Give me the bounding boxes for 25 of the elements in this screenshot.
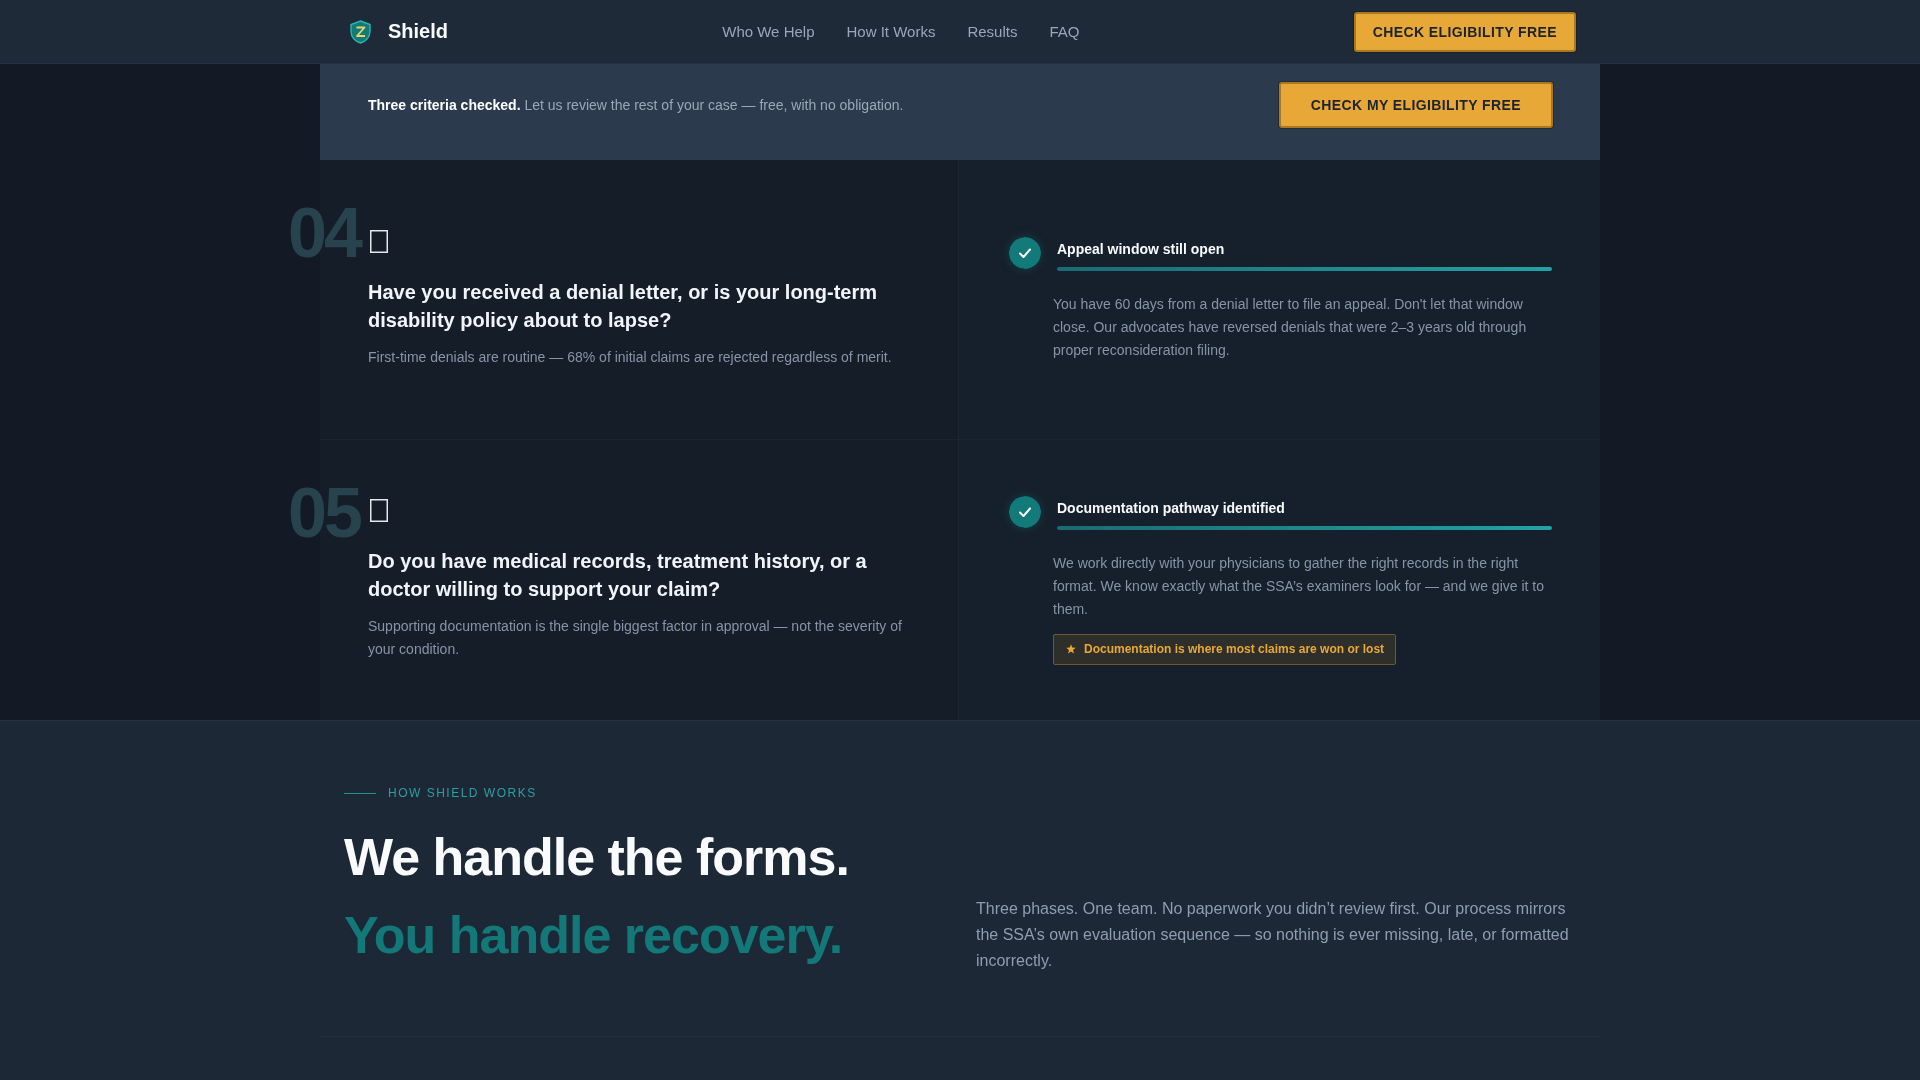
shield-icon (350, 19, 371, 44)
section-headline-accent: You handle recovery. (344, 905, 844, 966)
nav-link[interactable]: How It Works (846, 23, 936, 40)
result-description: You have 60 days from a denial letter to file an appeal. Don't let that window close. Our advocates have reversed denials that were 2–3 years old through proper reconsideration filing. (1053, 295, 1528, 360)
check-my-eligibility-button[interactable]: CHECK MY ELIGIBILITY FREE (1278, 82, 1553, 128)
question-heading: Do you have medical records, treatment history, or a doctor willing to support your claim? (368, 549, 868, 602)
tip-text: Documentation is where most claims are won or lost (1084, 642, 1385, 656)
nav-link[interactable]: Results (967, 23, 1018, 40)
result-description: We work directly with your physicians to gather the right records in the right format. We know exactly what the SSA’s examiners look for — and we give it to them. (1053, 553, 1545, 619)
question-note: First-time denials are routine — 68% of initial claims are rejected regardless of merit. (368, 348, 893, 367)
section-description: Three phases. One team. No paperwork you didn’t review first. Our process mirrors the SSA’s own evaluation sequence — so nothing is ever missing, late, or formatted incorrectly. (976, 899, 1570, 971)
empty-rectangle-icon (370, 499, 388, 522)
nav-link[interactable]: Who We Help (722, 23, 815, 40)
banner-message: Three criteria checked. Let us review the rest of your case — free, with no obligation. (368, 97, 904, 113)
nav-link[interactable]: FAQ (1049, 23, 1080, 40)
result-title: Documentation pathway identified (1057, 498, 1286, 517)
section-eyebrow: HOW SHIELD WORKS (388, 785, 537, 801)
section-headline: We handle the forms. (344, 827, 850, 888)
brand-name: Shield (388, 20, 448, 43)
question-heading: Have you received a denial letter, or is your long-term disability policy about to lapse? (368, 280, 879, 333)
question-note: Supporting documentation is the single biggest factor in approval — not the severity of your condition. (368, 617, 903, 659)
empty-rectangle-icon (370, 230, 388, 253)
star-icon (1066, 644, 1076, 654)
result-title: Appeal window still open (1057, 240, 1226, 258)
check-eligibility-button[interactable]: CHECK ELIGIBILITY FREE (1353, 11, 1576, 52)
